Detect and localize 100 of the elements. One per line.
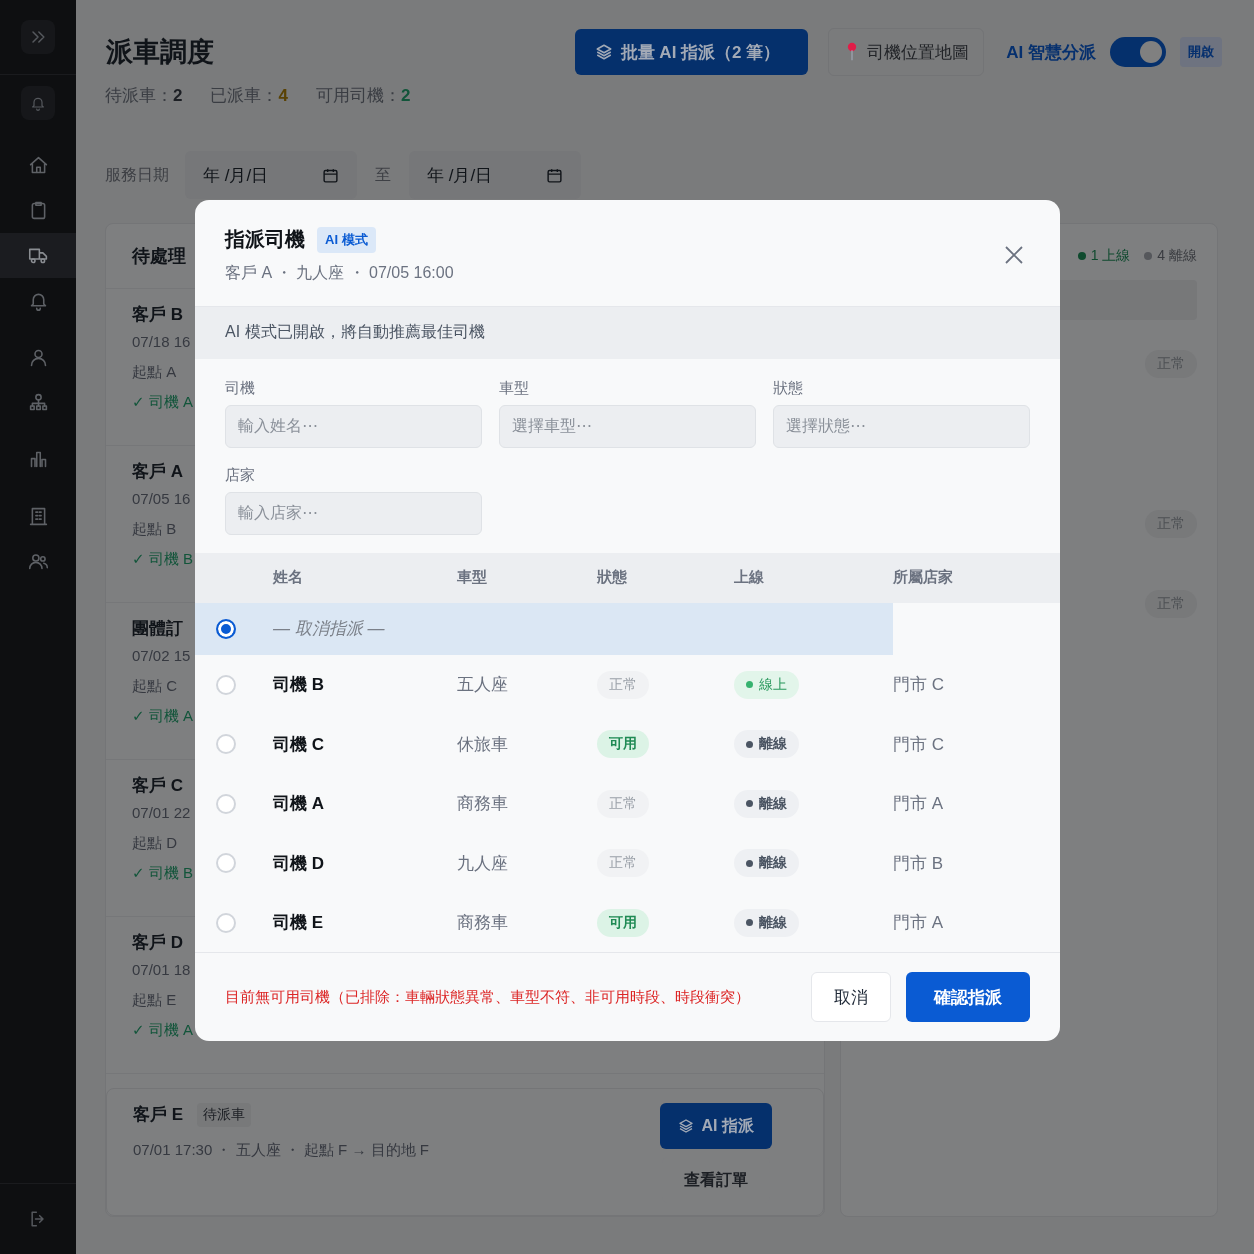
map-button[interactable]: 司機位置地圖: [828, 28, 985, 76]
assigned-driver: ✓ 司機 A: [132, 706, 193, 726]
store-name: 門市 B: [893, 852, 944, 875]
online-badge: 離線: [734, 849, 799, 878]
status-badge: 正常: [597, 670, 649, 699]
order-time: 07/05 16: [132, 489, 191, 509]
stat-label: 待派車：: [105, 86, 173, 105]
input-field[interactable]: 選擇狀態⋯: [773, 404, 1030, 448]
driver-name: 司機 B: [273, 674, 324, 697]
home-icon: [27, 155, 49, 176]
store-name: 門市 A: [893, 793, 944, 816]
input-field[interactable]: 輸入姓名⋯: [225, 404, 482, 448]
stat-label: 可用司機：: [315, 86, 401, 105]
assigned-driver: ✓ 司機 B: [132, 549, 193, 569]
order-route: 起點 A: [132, 362, 177, 382]
bell-icon: [30, 95, 46, 111]
unassign-option: — 取消指派 —: [273, 617, 385, 641]
notice-text: AI 模式已開啟，將自動推薦最佳司機: [195, 306, 1060, 359]
field-label: 狀態: [773, 378, 804, 398]
order-time: 07/01 22: [132, 803, 191, 823]
driver-name: 司機 D: [273, 852, 324, 875]
pin-icon: [847, 42, 858, 62]
calendar-icon: [322, 166, 339, 184]
order-time: 07/02 15: [132, 646, 191, 666]
driver-name: 司機 A: [273, 793, 324, 816]
warning-message: 目前無可用司機（已排除：車輛狀態異常、車型不符、非可用時段、時段衝突）: [225, 987, 750, 1007]
assigned-driver: ✓ 司機 B: [132, 863, 193, 883]
stat-value: 4: [278, 86, 288, 105]
range-separator: 至: [375, 164, 391, 185]
customer-name: 團體訂: [132, 618, 183, 640]
toggle-switch[interactable]: [1110, 37, 1166, 67]
notification-button[interactable]: [21, 86, 55, 120]
order-route: 起點 E: [132, 990, 177, 1010]
ai-dispatch-button[interactable]: AI 指派: [659, 1103, 772, 1149]
radio-button[interactable]: [216, 618, 236, 639]
column-header: 車型: [457, 567, 488, 588]
order-route: 起點 D: [132, 833, 177, 853]
field-label: 司機: [225, 378, 256, 398]
field-label: 車型: [499, 378, 530, 398]
order-time: 07/18 16: [132, 332, 191, 352]
driver-name: 司機 C: [273, 733, 324, 756]
legend-label: 1 上線: [1090, 247, 1131, 265]
stat-label: 已派車：: [210, 86, 279, 105]
customer-name: 客戶 B: [132, 304, 183, 326]
field-label: 店家: [225, 465, 256, 485]
vehicle-type: 休旅車: [457, 733, 508, 756]
users-icon: [27, 551, 49, 572]
store-name: 門市 C: [893, 733, 944, 756]
stat-value: 2: [173, 86, 183, 105]
org-chart-icon: [27, 392, 49, 413]
mode-badge: AI 模式: [317, 226, 376, 253]
assigned-driver: ✓ 司機 A: [132, 392, 193, 412]
customer-name: 客戶 C: [132, 775, 183, 797]
building-icon: [27, 506, 49, 527]
input-field[interactable]: 選擇車型⋯: [499, 404, 756, 448]
cancel-button[interactable]: 取消: [811, 972, 891, 1023]
store-name: 門市 A: [893, 912, 944, 935]
online-badge: 離線: [734, 789, 799, 818]
vehicle-type: 商務車: [457, 912, 508, 935]
online-badge: 線上: [734, 670, 799, 699]
vehicle-type: 九人座: [457, 852, 508, 875]
vehicle-type: 五人座: [457, 674, 508, 697]
batch-dispatch-button[interactable]: 批量 AI 指派（2 筆）: [574, 29, 809, 75]
input-field[interactable]: 輸入店家⋯: [225, 491, 482, 535]
date-field[interactable]: 年 /月/日: [185, 151, 357, 199]
status-badge: 可用: [597, 730, 649, 759]
date-field[interactable]: 年 /月/日: [409, 151, 581, 199]
nav-item[interactable]: [0, 233, 76, 278]
driver-name: 司機 E: [273, 912, 324, 935]
assigned-driver: ✓ 司機 A: [132, 1020, 193, 1040]
customer-name: 客戶 A: [132, 461, 183, 483]
online-badge: 離線: [734, 730, 799, 759]
page-title: 派車調度: [106, 36, 215, 69]
column-header: 所屬店家: [893, 567, 954, 588]
status-badge: 可用: [597, 908, 649, 937]
layers-icon: [677, 1118, 694, 1134]
panel-title: 待處理: [132, 245, 186, 268]
dialog-subtitle: 客戶 A ・ 九人座 ・ 07/05 16:00: [225, 263, 454, 283]
column-header: 姓名: [273, 567, 304, 588]
legend-label: 4 離線: [1157, 247, 1197, 265]
close-icon[interactable]: [1004, 245, 1024, 265]
confirm-button[interactable]: 確認指派: [906, 972, 1030, 1023]
vehicle-type: 商務車: [457, 793, 508, 816]
order-route: 起點 B: [132, 519, 177, 539]
status-badge: 待派車: [197, 1103, 252, 1127]
filter-label: 服務日期: [105, 164, 169, 185]
toggle-label: AI 智慧分派: [1006, 41, 1096, 64]
expand-button[interactable]: [21, 20, 55, 54]
order-time: 07/01 18: [132, 960, 191, 980]
order-details: 07/01 17:30 ・ 五人座 ・ 起點 F → 目的地 F: [133, 1140, 429, 1160]
stat-value: 2: [400, 86, 411, 105]
customer-name: 客戶 E: [133, 1104, 184, 1126]
status-badge: 正常: [597, 789, 649, 818]
layers-icon: [594, 43, 613, 61]
status-badge: 正常: [597, 849, 649, 878]
order-route: 起點 C: [132, 676, 177, 696]
column-header: 上線: [734, 567, 765, 588]
customer-name: 客戶 D: [132, 932, 183, 954]
status-badge: 開啟: [1180, 37, 1222, 67]
dialog-title: 指派司機: [225, 227, 305, 252]
